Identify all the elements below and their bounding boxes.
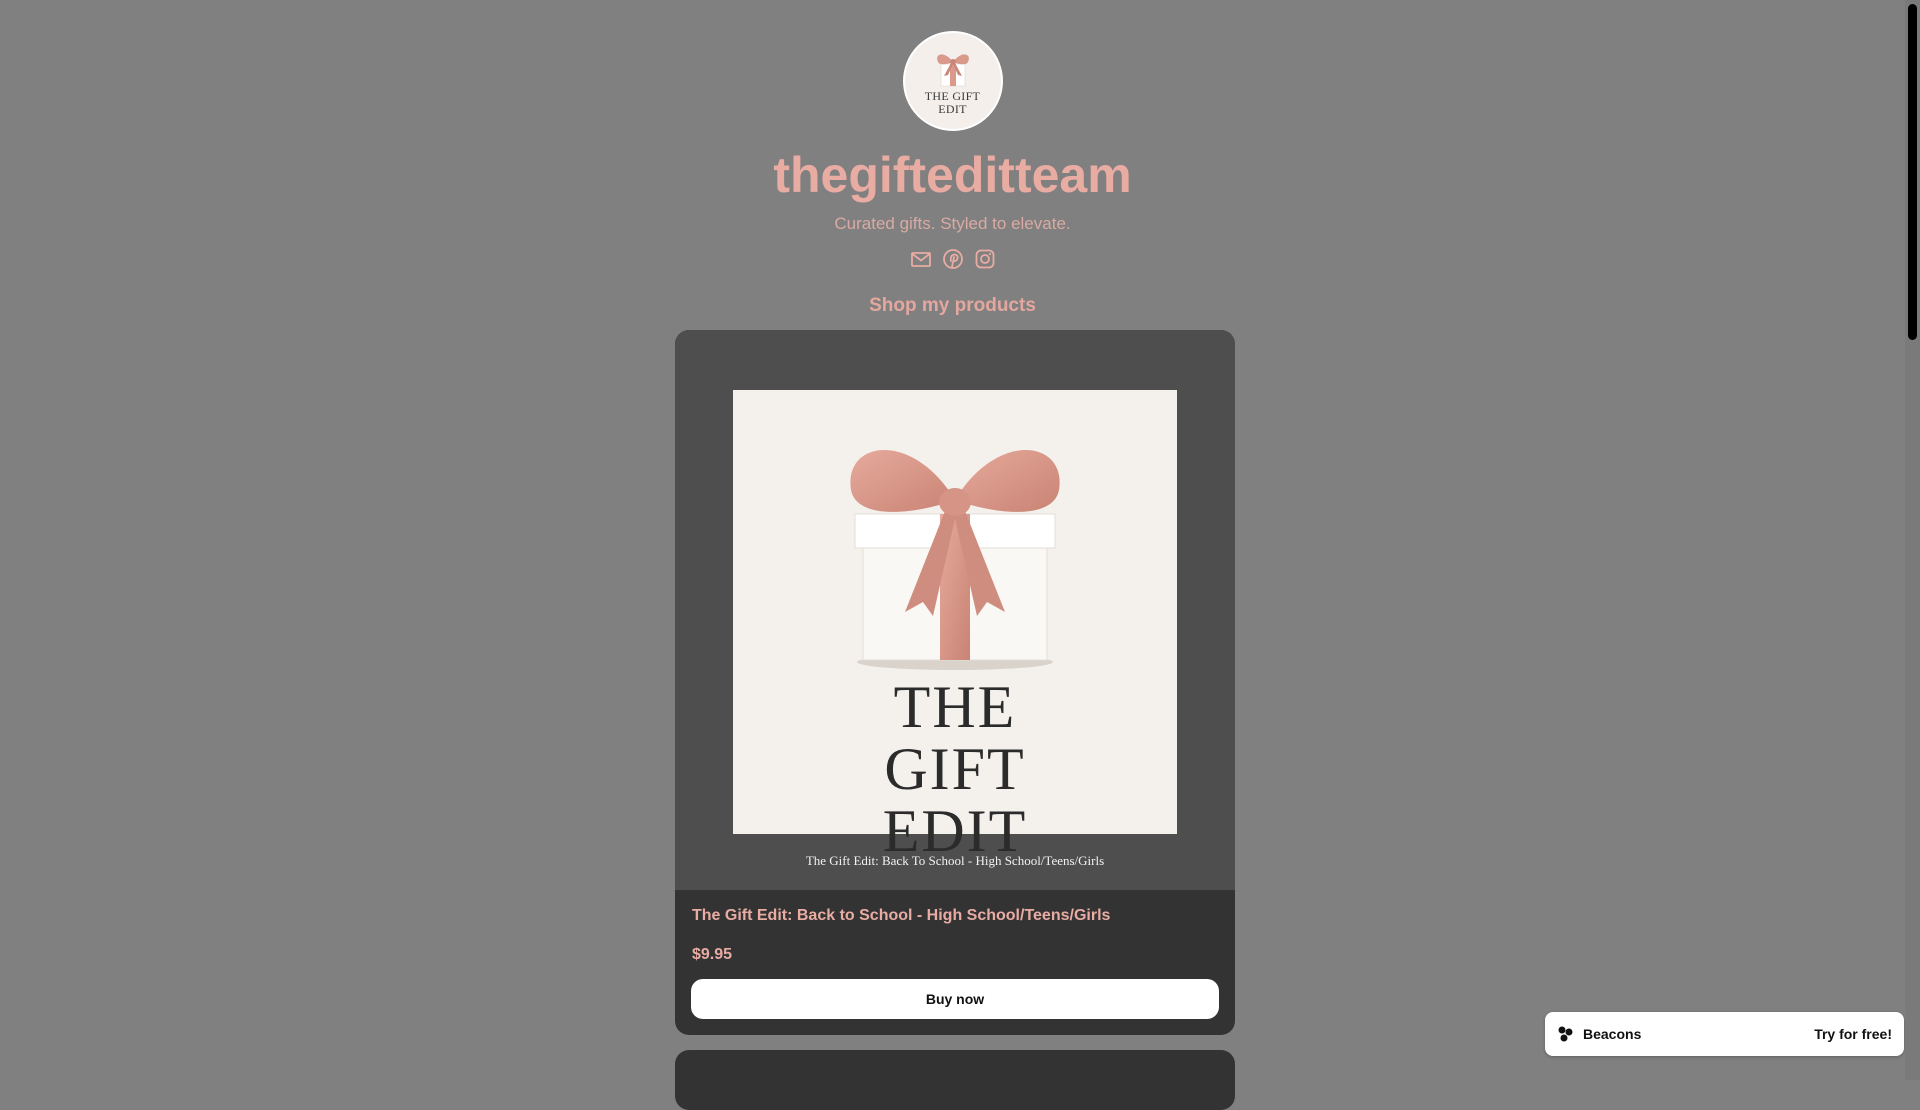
profile-header: THE GIFT EDIT thegifteditteam Curated gi…: [0, 0, 1905, 317]
avatar-logo-text: THE GIFT EDIT: [924, 89, 981, 116]
page-scrollbar[interactable]: [1905, 0, 1920, 1080]
product-card[interactable]: THE GIFT EDIT The Gift Edit: Back To Sch…: [675, 330, 1235, 1035]
buy-now-button[interactable]: Buy now: [691, 979, 1219, 1019]
product-price: $9.95: [692, 946, 733, 963]
product-image-caption: The Gift Edit: Back To School - High Sch…: [805, 853, 1105, 868]
gift-bow-icon: [936, 54, 969, 87]
gift-box-illustration: [850, 450, 1060, 670]
avatar: THE GIFT EDIT: [902, 31, 1003, 131]
product-media[interactable]: THE GIFT EDIT The Gift Edit: Back To Sch…: [675, 330, 1235, 890]
profile-username: thegifteditteam: [773, 147, 1132, 203]
instagram-icon[interactable]: [974, 248, 996, 270]
product-card-next[interactable]: [675, 1050, 1235, 1110]
beacons-badge[interactable]: Beacons Try for free!: [1545, 1012, 1904, 1056]
section-title: Shop my products: [869, 295, 1036, 316]
scrollbar-thumb[interactable]: [1908, 4, 1917, 340]
profile-bio: Curated gifts. Styled to elevate.: [834, 214, 1071, 233]
social-links: [910, 248, 996, 270]
beacons-brand-label[interactable]: Beacons: [1583, 1026, 1814, 1042]
beacons-logo-icon: [1558, 1026, 1573, 1042]
product-image[interactable]: THE GIFT EDIT: [733, 390, 1177, 862]
product-name: The Gift Edit: Back to School - High Sch…: [692, 907, 1111, 924]
mail-icon[interactable]: [910, 248, 932, 270]
try-for-free-link[interactable]: Try for free!: [1814, 1026, 1892, 1042]
product-image-title: THE GIFT EDIT: [882, 674, 1028, 864]
pinterest-icon[interactable]: [942, 248, 964, 270]
